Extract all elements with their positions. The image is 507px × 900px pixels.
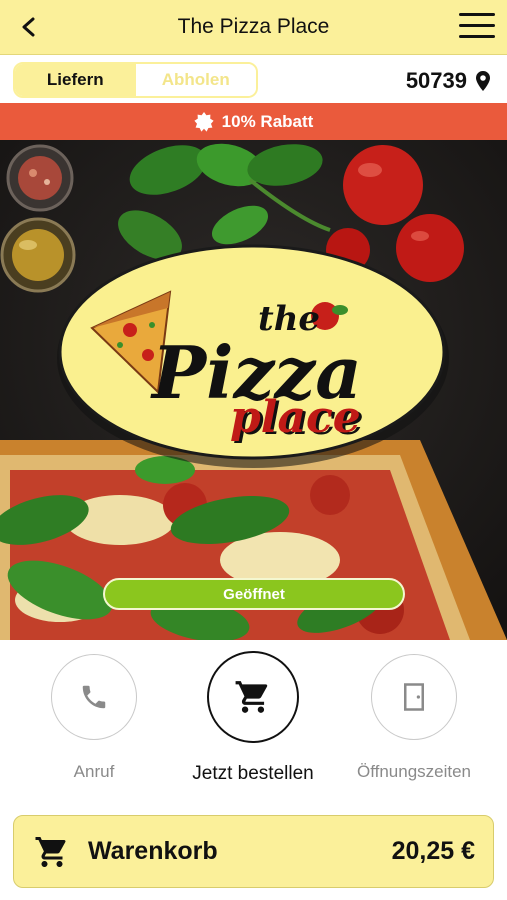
location-pin-icon bbox=[476, 71, 490, 91]
badge-icon bbox=[194, 111, 214, 132]
order-now-label: Jetzt bestellen bbox=[192, 763, 314, 784]
open-status-button[interactable]: Geöffnet bbox=[103, 578, 405, 610]
order-action[interactable]: Jetzt bestellen bbox=[192, 651, 314, 785]
location-selector[interactable]: 50739 bbox=[406, 68, 491, 94]
cart-total: 20,25 € bbox=[391, 837, 475, 865]
hero-image: the Pizza place place Geöffnet bbox=[0, 140, 507, 640]
cart-label: Warenkorb bbox=[88, 837, 218, 865]
page-title: The Pizza Place bbox=[177, 15, 330, 38]
cart-button[interactable]: Warenkorb 20,25 € bbox=[13, 815, 494, 888]
delivery-mode-toggle: Liefern Abholen bbox=[13, 62, 258, 98]
phone-icon bbox=[82, 685, 106, 709]
zip-code: 50739 bbox=[405, 68, 467, 93]
chevron-left-icon bbox=[22, 17, 35, 37]
call-button[interactable] bbox=[51, 654, 137, 740]
hamburger-menu-button[interactable] bbox=[459, 13, 495, 41]
pizza-photo: the Pizza place place bbox=[0, 140, 507, 640]
order-mode-bar: Liefern Abholen 50739 bbox=[0, 56, 507, 103]
call-label: Anruf bbox=[73, 762, 115, 781]
discount-text: 10% Rabatt bbox=[221, 111, 314, 131]
opening-hours-action[interactable]: Öffnungszeiten bbox=[357, 654, 471, 782]
back-button[interactable] bbox=[14, 12, 44, 42]
discount-banner: 10% Rabatt bbox=[0, 103, 507, 140]
order-now-button[interactable] bbox=[207, 651, 299, 743]
menu-line bbox=[459, 35, 495, 38]
pickup-option[interactable]: Abholen bbox=[135, 64, 256, 96]
logo-word-place: place bbox=[230, 392, 361, 443]
opening-hours-label: Öffnungszeiten bbox=[356, 762, 472, 781]
opening-hours-button[interactable] bbox=[371, 654, 457, 740]
quick-actions: Anruf Jetzt bestellen Öffnungszeiten bbox=[0, 640, 507, 800]
top-app-bar: The Pizza Place bbox=[0, 0, 507, 55]
deliver-option[interactable]: Liefern bbox=[15, 64, 136, 96]
menu-line bbox=[459, 13, 495, 16]
shopping-cart-icon bbox=[235, 681, 268, 713]
door-icon bbox=[404, 683, 424, 711]
call-action[interactable]: Anruf bbox=[51, 654, 137, 782]
menu-line bbox=[459, 24, 495, 27]
shopping-cart-icon bbox=[35, 836, 66, 867]
